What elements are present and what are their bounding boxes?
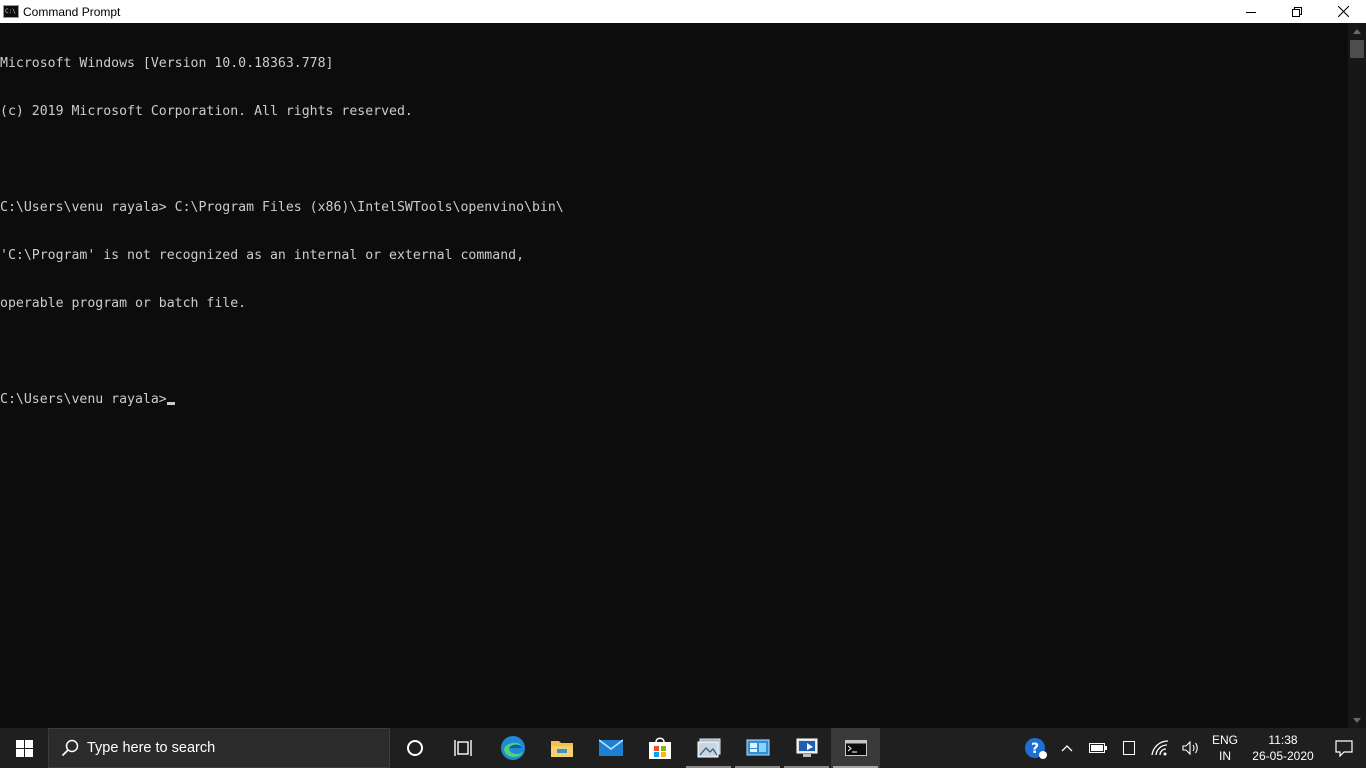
show-hidden-icons-button[interactable]	[1051, 728, 1082, 768]
console-line: Microsoft Windows [Version 10.0.18363.77…	[0, 56, 334, 71]
console-line: operable program or batch file.	[0, 296, 247, 311]
scroll-down-button[interactable]	[1348, 712, 1366, 728]
restore-button[interactable]	[1274, 0, 1320, 23]
remote-desktop-button[interactable]	[782, 728, 831, 768]
remote-desktop-icon	[796, 738, 817, 757]
start-button[interactable]	[0, 728, 48, 768]
svg-text:?: ?	[1030, 741, 1038, 757]
speaker-icon	[1181, 741, 1198, 755]
arrow-down-icon	[1353, 717, 1361, 723]
help-tray-button[interactable]: ?	[1020, 728, 1051, 768]
clock[interactable]: 11:38 26-05-2020	[1244, 728, 1322, 768]
file-explorer-icon	[550, 741, 573, 757]
region-code: IN	[1219, 749, 1231, 763]
mail-button[interactable]	[586, 728, 635, 768]
file-explorer-button[interactable]	[537, 728, 586, 768]
cortana-button[interactable]	[390, 728, 439, 768]
control-panel-icon	[746, 739, 769, 756]
console-output[interactable]: Microsoft Windows [Version 10.0.18363.77…	[0, 23, 1348, 729]
console-prompt: C:\Users\venu rayala>	[0, 392, 167, 407]
close-icon	[1337, 6, 1349, 17]
notification-icon	[1335, 739, 1353, 757]
minimize-button[interactable]	[1228, 0, 1274, 23]
input-language-indicator[interactable]: ENG IN	[1206, 728, 1244, 768]
arrow-up-icon	[1353, 28, 1361, 34]
scrollbar-thumb[interactable]	[1350, 40, 1364, 58]
minimize-icon	[1246, 11, 1256, 13]
console-line: C:\Users\venu rayala> C:\Program Files (…	[0, 200, 564, 215]
search-placeholder: Type here to search	[87, 740, 216, 756]
edge-icon	[500, 736, 525, 760]
scroll-up-button[interactable]	[1348, 23, 1366, 39]
tablet-mode-button[interactable]	[1113, 728, 1144, 768]
edge-button[interactable]	[488, 728, 537, 768]
taskbar-search-box[interactable]: Type here to search	[48, 728, 390, 768]
console-line: (c) 2019 Microsoft Corporation. All righ…	[0, 104, 413, 119]
title-bar[interactable]: C:\ Command Prompt	[0, 0, 1366, 23]
control-panel-button[interactable]	[733, 728, 782, 768]
clock-date: 26-05-2020	[1252, 749, 1314, 763]
task-view-button[interactable]	[439, 728, 488, 768]
taskbar: Type here to search ? ENG IN 11:38 26-05…	[0, 728, 1366, 768]
store-icon	[648, 737, 671, 759]
network-button[interactable]	[1144, 728, 1175, 768]
chevron-up-icon	[1061, 745, 1072, 752]
store-button[interactable]	[635, 728, 684, 768]
help-icon: ?	[1024, 738, 1047, 759]
command-prompt-app-icon[interactable]: C:\	[3, 5, 19, 18]
system-tray: ? ENG IN 11:38 26-05-2020	[1020, 728, 1366, 768]
restore-icon	[1292, 6, 1302, 17]
volume-button[interactable]	[1175, 728, 1206, 768]
action-center-button[interactable]	[1322, 728, 1366, 768]
wifi-icon	[1150, 740, 1168, 756]
windows-logo-icon	[15, 739, 33, 757]
battery-button[interactable]	[1082, 728, 1113, 768]
tablet-icon	[1122, 741, 1135, 755]
mail-icon	[598, 739, 623, 756]
battery-icon	[1088, 743, 1107, 753]
command-prompt-window: C:\ Command Prompt Microsoft Windows [Ve…	[0, 0, 1366, 729]
text-cursor	[166, 402, 175, 405]
vertical-scrollbar[interactable]	[1348, 23, 1366, 728]
cortana-icon	[406, 740, 423, 756]
console-line: 'C:\Program' is not recognized as an int…	[0, 248, 525, 263]
command-prompt-taskbar-button[interactable]	[831, 728, 880, 768]
task-view-icon	[453, 740, 472, 756]
window-title: Command Prompt	[23, 4, 121, 19]
photos-app-icon	[697, 738, 720, 758]
clock-time: 11:38	[1268, 733, 1298, 747]
search-icon	[61, 739, 79, 757]
console-prompt-line[interactable]: C:\Users\venu rayala>	[0, 392, 1348, 408]
window-controls	[1228, 0, 1366, 23]
language-code: ENG	[1211, 733, 1238, 747]
photos-app-button[interactable]	[684, 728, 733, 768]
close-button[interactable]	[1320, 0, 1366, 23]
command-prompt-icon	[844, 740, 867, 756]
